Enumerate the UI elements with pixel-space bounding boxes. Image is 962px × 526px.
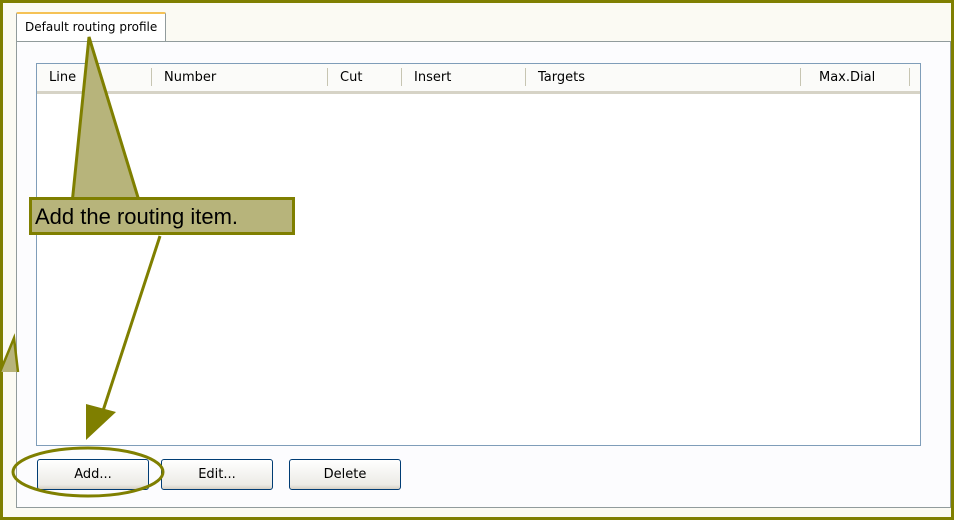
column-separator[interactable] (909, 68, 910, 86)
list-header: Line Number Cut Insert Targets Max.Dial (37, 64, 920, 94)
add-button[interactable]: Add... (37, 459, 149, 490)
edit-button[interactable]: Edit... (161, 459, 273, 490)
column-header-max-dial[interactable]: Max.Dial (801, 64, 909, 91)
column-header-targets[interactable]: Targets (526, 64, 800, 91)
column-header-line[interactable]: Line (37, 64, 151, 91)
tab-default-routing-profile[interactable]: Default routing profile (16, 12, 167, 41)
annotation-callout: Add the routing item. (29, 197, 295, 235)
annotation-callout-text: Add the routing item. (35, 204, 239, 229)
delete-button[interactable]: Delete (289, 459, 401, 490)
column-header-cut[interactable]: Cut (328, 64, 401, 91)
column-header-number[interactable]: Number (152, 64, 327, 91)
column-header-insert[interactable]: Insert (402, 64, 525, 91)
dialog-frame: Default routing profile Line Number Cut … (0, 0, 954, 520)
routing-list[interactable]: Line Number Cut Insert Targets Max.Dial (36, 63, 921, 446)
